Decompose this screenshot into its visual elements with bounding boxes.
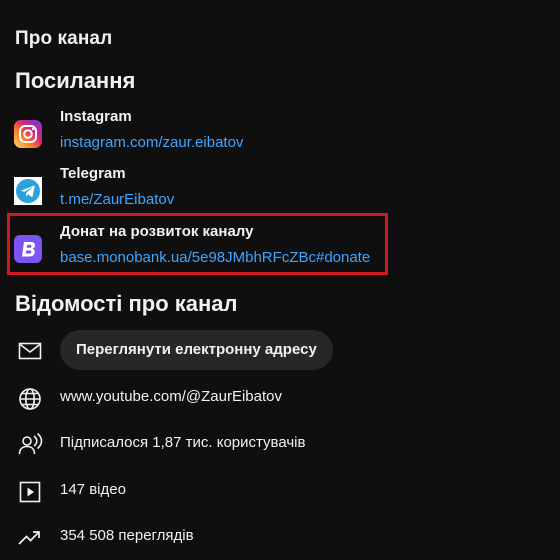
views-count: 354 508 переглядів: [60, 527, 194, 544]
links-heading: Посилання: [15, 68, 136, 93]
globe-icon: [17, 386, 43, 412]
instagram-icon: [14, 120, 42, 148]
subscribers-count: Підписалося 1,87 тис. користувачів: [60, 434, 306, 451]
subscribers-icon: [17, 432, 43, 458]
link-name: Instagram: [60, 108, 132, 125]
detail-subscribers: Підписалося 1,87 тис. користувачів: [0, 424, 560, 464]
detail-channel-url: www.youtube.com/@ZaurEibatov: [0, 378, 560, 418]
channel-url-link[interactable]: www.youtube.com/@ZaurEibatov: [60, 388, 282, 405]
detail-views: 354 508 переглядів: [0, 517, 560, 557]
mail-icon: [17, 338, 43, 364]
video-icon: [17, 479, 43, 505]
view-email-button[interactable]: Переглянути електронну адресу: [60, 330, 333, 370]
telegram-icon: [14, 177, 42, 205]
highlight-box: [7, 213, 388, 275]
page-title: Про канал: [15, 28, 113, 49]
telegram-link[interactable]: t.me/ZaurEibatov: [60, 191, 174, 208]
detail-videos: 147 відео: [0, 471, 560, 511]
details-heading: Відомості про канал: [15, 291, 238, 316]
videos-count: 147 відео: [60, 481, 126, 498]
trending-icon: [17, 525, 43, 551]
link-name: Telegram: [60, 165, 126, 182]
instagram-link[interactable]: instagram.com/zaur.eibatov: [60, 134, 243, 151]
link-item-instagram: Instagram instagram.com/zaur.eibatov: [0, 108, 560, 162]
link-item-telegram: Telegram t.me/ZaurEibatov: [0, 165, 560, 219]
